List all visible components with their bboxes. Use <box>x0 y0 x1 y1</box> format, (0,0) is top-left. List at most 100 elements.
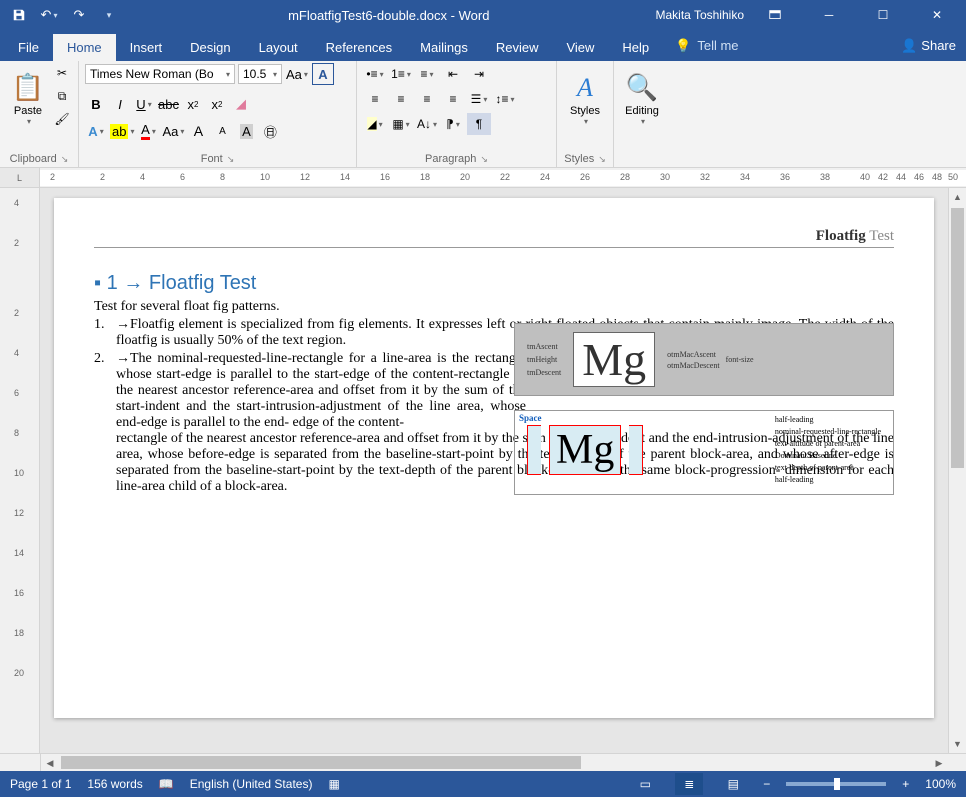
font-color-button[interactable]: A▾ <box>137 120 159 142</box>
zoom-level[interactable]: 100% <box>925 777 956 791</box>
tab-view[interactable]: View <box>552 34 608 61</box>
figure-metrics-1: tmAscent tmHeight tmDescent Mg otmMacAsc… <box>514 323 894 396</box>
format-painter-button[interactable]: 🖌 <box>52 109 72 129</box>
distributed-button[interactable]: ☰▾ <box>467 88 491 110</box>
change-case-button[interactable]: Aa▾ <box>285 63 309 85</box>
styles-launcher[interactable]: ↘ <box>598 154 606 165</box>
ruler-ticks: 2246 8101214 16182022 24262830 32343638 … <box>40 170 966 186</box>
zoom-in-button[interactable]: + <box>902 777 909 791</box>
document-area[interactable]: Floatfig Test ▪ 1 → Floatfig Test Test f… <box>40 188 948 753</box>
qat-customize[interactable]: ▾ <box>96 3 122 27</box>
web-layout-button[interactable]: ▤ <box>719 773 747 795</box>
sort-button[interactable]: A↓▾ <box>415 113 439 135</box>
word-count[interactable]: 156 words <box>87 777 142 791</box>
tab-review[interactable]: Review <box>482 34 553 61</box>
share-icon: 👤 <box>901 38 917 54</box>
shrink-font-button[interactable]: A <box>211 120 233 142</box>
print-layout-button[interactable]: ≣ <box>675 773 703 795</box>
align-left-button[interactable]: ≡ <box>363 88 387 110</box>
clear-formatting-button[interactable]: A <box>312 63 334 85</box>
borders-button[interactable]: ▦▾ <box>389 113 413 135</box>
intro-text: Test for several float fig patterns. <box>94 299 894 315</box>
quick-access-toolbar: ↶▾ ↷ ▾ <box>6 3 122 27</box>
scroll-left-button[interactable]: ◀ <box>41 754 59 772</box>
decrease-indent-button[interactable]: ⇤ <box>441 63 465 85</box>
horizontal-ruler[interactable]: L 2246 8101214 16182022 24262830 3234363… <box>0 168 966 188</box>
tab-layout[interactable]: Layout <box>245 34 312 61</box>
horizontal-scrollbar[interactable]: ◀ ▶ <box>40 754 948 771</box>
font-launcher[interactable]: ↘ <box>227 154 235 165</box>
zoom-slider[interactable] <box>786 782 886 786</box>
increase-indent-button[interactable]: ⇥ <box>467 63 491 85</box>
paragraph-launcher[interactable]: ↘ <box>480 154 488 165</box>
editing-button[interactable]: 🔍 Editing▾ <box>620 63 664 135</box>
figure-metrics-2: Space Mg half-leading nominal-requested-… <box>514 410 894 495</box>
macro-icon[interactable]: ▦ <box>328 777 339 791</box>
scroll-down-button[interactable]: ▼ <box>949 735 966 753</box>
align-right-button[interactable]: ≡ <box>415 88 439 110</box>
tab-design[interactable]: Design <box>176 34 244 61</box>
tell-me-search[interactable]: 💡 Tell me <box>663 30 750 61</box>
grow-font-button[interactable]: A <box>187 120 209 142</box>
group-clipboard: 📋 Paste ▾ ✂ ⧉ 🖌 Clipboard ↘ <box>0 61 79 167</box>
show-marks-button[interactable]: ¶ <box>467 113 491 135</box>
share-button[interactable]: 👤 Share <box>891 30 966 61</box>
maximize-button[interactable]: ☐ <box>860 0 906 30</box>
font-family-combo[interactable]: Times New Roman (Bo▾ <box>85 64 235 84</box>
text-effects-button[interactable]: A▾ <box>85 120 107 142</box>
highlight-button[interactable]: ab▾ <box>109 120 135 142</box>
tab-help[interactable]: Help <box>608 34 663 61</box>
enclose-char-button[interactable]: ㊐ <box>259 120 281 142</box>
phonetic-guide-button[interactable]: A <box>235 120 257 142</box>
bullets-button[interactable]: •≡▾ <box>363 63 387 85</box>
redo-button[interactable]: ↷ <box>66 3 92 27</box>
tab-insert[interactable]: Insert <box>116 34 177 61</box>
eraser-button[interactable]: ◢ <box>230 93 252 115</box>
font-size-combo[interactable]: 10.5▾ <box>238 64 282 84</box>
styles-button[interactable]: A Styles▾ <box>563 63 607 135</box>
char-shading-button[interactable]: Aa▾ <box>161 120 185 142</box>
page-number[interactable]: Page 1 of 1 <box>10 777 71 791</box>
paste-button[interactable]: 📋 Paste ▾ <box>6 63 50 135</box>
tab-selector[interactable]: L <box>0 168 40 188</box>
justify-button[interactable]: ≡ <box>441 88 465 110</box>
tab-mailings[interactable]: Mailings <box>406 34 482 61</box>
save-button[interactable] <box>6 3 32 27</box>
scroll-up-button[interactable]: ▲ <box>949 188 966 206</box>
multilevel-button[interactable]: ≡▾ <box>415 63 439 85</box>
undo-button[interactable]: ↶▾ <box>36 3 62 27</box>
tab-home[interactable]: Home <box>53 34 116 61</box>
language[interactable]: English (United States) <box>190 777 313 791</box>
read-mode-button[interactable]: ▭ <box>631 773 659 795</box>
underline-button[interactable]: U▾ <box>133 93 155 115</box>
clipboard-icon: 📋 <box>12 72 44 103</box>
superscript-button[interactable]: x2 <box>206 93 228 115</box>
user-name: Makita Toshihiko <box>656 8 745 22</box>
close-button[interactable]: ✕ <box>914 0 960 30</box>
clipboard-launcher[interactable]: ↘ <box>61 154 69 165</box>
scroll-thumb[interactable] <box>951 208 964 468</box>
tab-file[interactable]: File <box>4 34 53 61</box>
zoom-out-button[interactable]: − <box>763 777 770 791</box>
cut-button[interactable]: ✂ <box>52 63 72 83</box>
scissors-icon: ✂ <box>57 66 67 80</box>
vertical-ruler[interactable]: 42 246 81012 141618 20 <box>0 188 40 753</box>
asian-layout-button[interactable]: ⁋▾ <box>441 113 465 135</box>
numbering-button[interactable]: 1≡▾ <box>389 63 413 85</box>
subscript-button[interactable]: x2 <box>182 93 204 115</box>
bold-button[interactable]: B <box>85 93 107 115</box>
hscroll-thumb[interactable] <box>61 756 581 769</box>
line-spacing-button[interactable]: ↕≡▾ <box>493 88 517 110</box>
italic-button[interactable]: I <box>109 93 131 115</box>
tab-references[interactable]: References <box>312 34 406 61</box>
ribbon-display-options[interactable] <box>752 0 798 30</box>
strikethrough-button[interactable]: abc <box>157 93 180 115</box>
scroll-right-button[interactable]: ▶ <box>930 754 948 772</box>
align-center-button[interactable]: ≡ <box>389 88 413 110</box>
copy-button[interactable]: ⧉ <box>52 86 72 106</box>
vertical-scrollbar[interactable]: ▲ ▼ <box>948 188 966 753</box>
styles-icon: A <box>577 73 593 103</box>
spellcheck-icon[interactable]: 📖 <box>159 777 174 791</box>
minimize-button[interactable]: ─ <box>806 0 852 30</box>
shading-button[interactable]: ◢▾ <box>363 113 387 135</box>
